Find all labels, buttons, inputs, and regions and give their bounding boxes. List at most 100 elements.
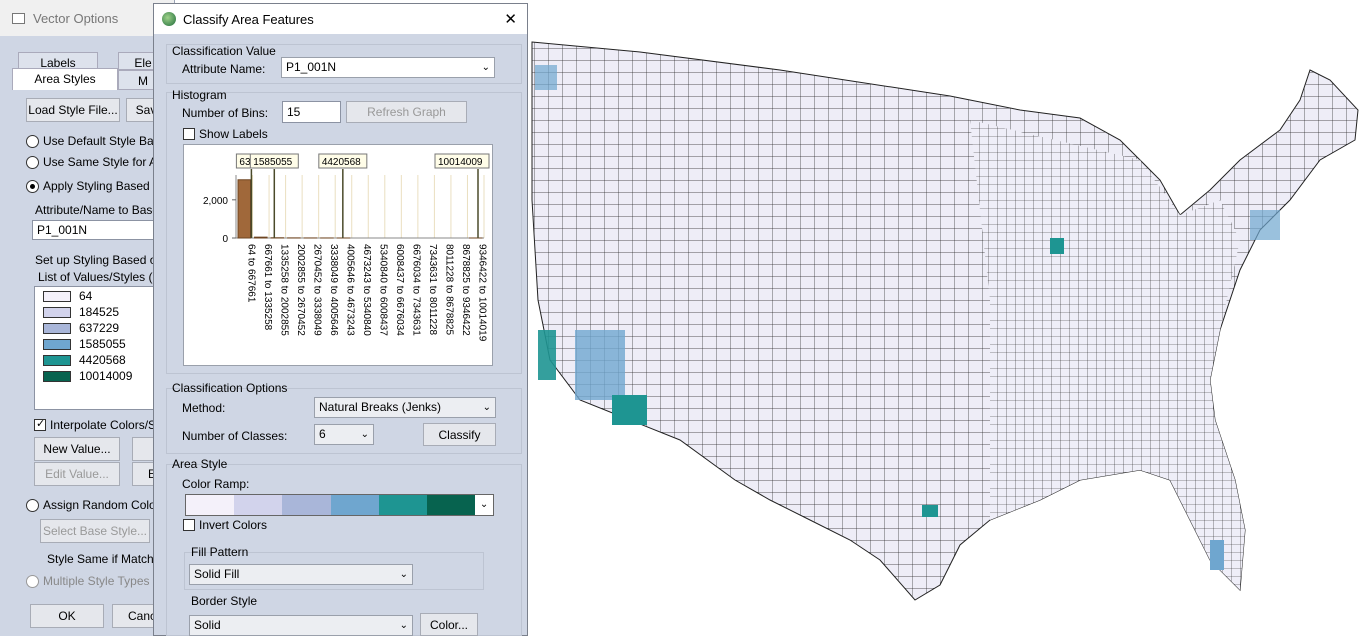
ramp-step: [234, 495, 283, 515]
method-select[interactable]: Natural Breaks (Jenks) ⌄: [314, 397, 496, 418]
county-highlight: [1210, 540, 1224, 570]
select-value: P1_001N: [286, 60, 337, 74]
value-swatch: [43, 323, 71, 334]
color-ramp-label: Color Ramp:: [182, 477, 250, 491]
county-map: [531, 41, 1359, 601]
color-button[interactable]: Color...: [420, 613, 478, 636]
app-icon: [12, 12, 25, 24]
break-label: 1585055: [253, 157, 292, 168]
radio-circle: [26, 574, 39, 588]
y-tick-label: 0: [222, 234, 228, 245]
close-icon[interactable]: ✕: [504, 10, 517, 28]
edit-value-button[interactable]: Edit Value...: [34, 462, 120, 486]
checkbox-label: Invert Colors: [199, 518, 268, 532]
classification-value-heading: Classification Value: [172, 44, 276, 58]
radio-apply-styling[interactable]: Apply Styling Based on: [26, 179, 166, 193]
category-label: 8011228 to 8678825: [444, 244, 455, 335]
category-label: 667661 to 1335258: [262, 244, 273, 331]
category-label: 64 to 667661: [245, 244, 256, 303]
category-label: 6676034 to 7343631: [411, 244, 422, 336]
ramp-step: [186, 495, 235, 515]
county-highlight: [538, 330, 556, 380]
window-title: Vector Options: [33, 10, 119, 26]
classes-select[interactable]: 6 ⌄: [314, 424, 374, 445]
category-label: 7343631 to 8011228: [427, 244, 438, 335]
break-label: 10014009: [438, 157, 483, 168]
select-base-style-button[interactable]: Select Base Style...: [40, 519, 150, 543]
select-value: Natural Breaks (Jenks): [319, 400, 442, 414]
method-label: Method:: [182, 401, 226, 415]
vector-options-titlebar: Vector Options: [0, 0, 174, 36]
attribute-label: Attribute/Name to Base S: [35, 203, 171, 217]
fill-pattern-heading: Fill Pattern: [191, 545, 249, 559]
chevron-down-icon: ⌄: [482, 402, 491, 413]
radio-assign-random[interactable]: Assign Random Colors t: [26, 498, 172, 512]
radio-circle: [26, 134, 39, 148]
area-style-heading: Area Style: [172, 457, 228, 471]
radio-multiple-style-types[interactable]: Multiple Style Types Us: [26, 574, 168, 588]
show-labels-checkbox[interactable]: Show Labels: [183, 127, 268, 141]
county-highlight: [535, 65, 557, 90]
border-style-select[interactable]: Solid ⌄: [189, 615, 413, 636]
color-ramp-select[interactable]: ⌄: [185, 494, 494, 516]
value-swatch: [43, 307, 71, 318]
select-value: Solid Fill: [194, 567, 240, 581]
value-swatch: [43, 371, 71, 382]
histogram-chart: 0 2,000 64 to 667661 667661 to 1335258 13352…: [183, 144, 493, 366]
category-label: 2670452 to 3338049: [311, 244, 322, 336]
value-label[interactable]: 1585055: [79, 337, 126, 351]
select-value: 6: [319, 427, 326, 441]
value-label[interactable]: 4420568: [79, 353, 126, 367]
value-label[interactable]: 10014009: [79, 369, 132, 383]
globe-icon: [162, 12, 176, 26]
attribute-field[interactable]: P1_001N: [32, 220, 172, 240]
category-label: 4005646 to 4673243: [344, 244, 355, 336]
ramp-step: [282, 495, 331, 515]
chevron-down-icon: ⌄: [399, 569, 408, 580]
interpolate-checkbox[interactable]: Interpolate Colors/Sca: [34, 417, 169, 432]
county-highlight: [922, 505, 938, 517]
value-label[interactable]: 64: [79, 289, 92, 303]
histogram-bar: [254, 236, 268, 239]
ramp-step: [426, 495, 476, 515]
tab-area-styles[interactable]: Area Styles: [12, 68, 118, 90]
attribute-name-select[interactable]: P1_001N ⌄: [281, 57, 495, 78]
radio-default-style[interactable]: Use Default Style Based: [26, 134, 173, 148]
radio-same-style[interactable]: Use Same Style for All F: [26, 155, 173, 169]
checkbox-label: Show Labels: [199, 127, 268, 141]
checkbox-box: [183, 519, 195, 531]
bins-input[interactable]: 15: [282, 101, 341, 123]
category-label: 8678825 to 9346422: [460, 244, 471, 336]
new-value-button[interactable]: New Value...: [34, 437, 120, 461]
value-label[interactable]: 184525: [79, 305, 119, 319]
classify-button[interactable]: Classify: [423, 423, 496, 446]
ok-button[interactable]: OK: [30, 604, 104, 628]
county-highlight: [612, 395, 647, 425]
category-label: 6008437 to 6676034: [394, 244, 405, 336]
radio-circle: [26, 498, 39, 512]
y-tick-label: 2,000: [203, 196, 228, 207]
category-label: 3338049 to 4005646: [328, 244, 339, 336]
county-highlight: [575, 330, 625, 400]
load-style-button[interactable]: Load Style File...: [26, 98, 120, 122]
classes-label: Number of Classes:: [182, 429, 288, 443]
vector-options-window: Vector Options Labels Ele Area Styles M …: [0, 0, 175, 636]
value-swatch: [43, 355, 71, 366]
style-same-label: Style Same if Matches: [47, 552, 167, 566]
fill-pattern-select[interactable]: Solid Fill ⌄: [189, 564, 413, 585]
category-label: 1335258 to 2002855: [278, 244, 289, 336]
value-label[interactable]: 637229: [79, 321, 119, 335]
dialog-title: Classify Area Features: [183, 11, 314, 27]
checkbox-label: Interpolate Colors/Sca: [50, 418, 169, 432]
category-label: 5340840 to 6008437: [378, 244, 389, 336]
county-highlight: [1250, 210, 1280, 240]
refresh-graph-button[interactable]: Refresh Graph: [346, 101, 467, 123]
invert-colors-checkbox[interactable]: Invert Colors: [183, 518, 267, 532]
checkbox-box: [34, 417, 46, 431]
county-highlight: [1050, 238, 1064, 254]
us-outline-east: [970, 120, 1245, 590]
chevron-down-icon: ⌄: [475, 495, 494, 515]
break-label: 4420568: [322, 157, 361, 168]
classification-options-heading: Classification Options: [172, 381, 288, 395]
classify-titlebar: Classify Area Features ✕: [154, 4, 527, 34]
